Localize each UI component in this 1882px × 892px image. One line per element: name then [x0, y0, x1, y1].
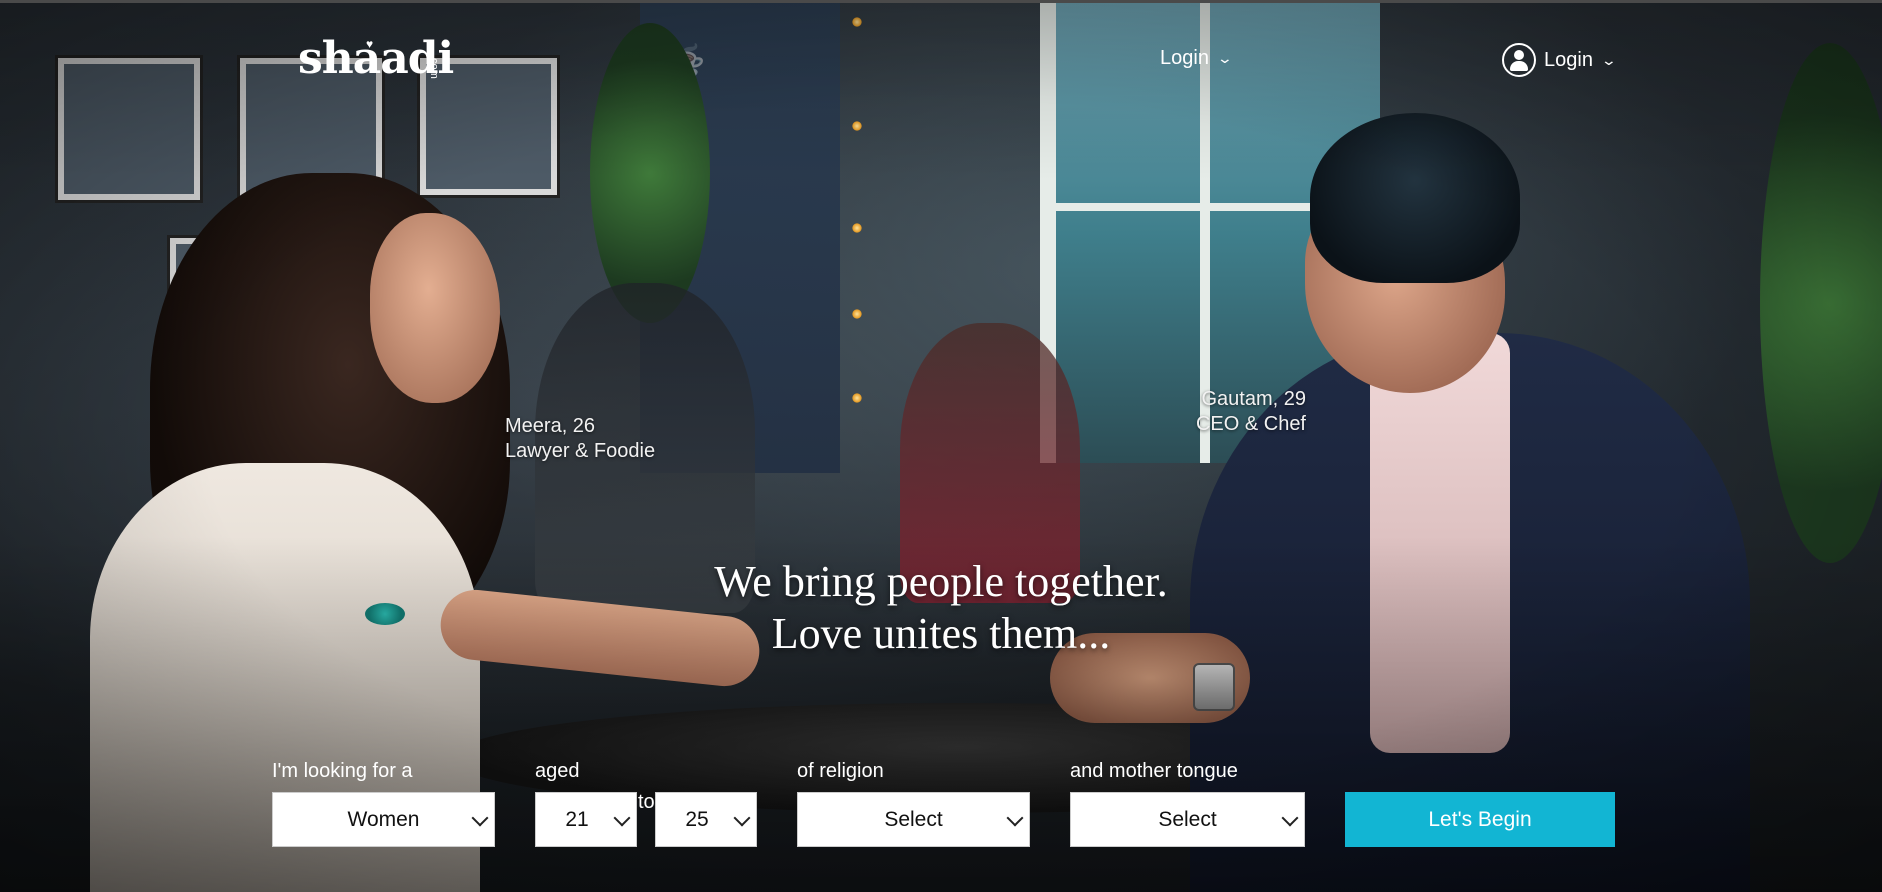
chevron-down-icon — [471, 809, 489, 827]
man-caption: Gautam, 29 CEO & Chef — [1181, 387, 1306, 437]
chevron-down-icon — [1281, 809, 1299, 827]
logo-heart-icon: ♥ — [366, 37, 374, 51]
login-menu[interactable]: Login ⌄ — [1160, 47, 1234, 70]
chevron-down-icon: ⌄ — [1216, 50, 1234, 66]
woman-description: Lawyer & Foodie — [505, 440, 656, 462]
looking-for-value: Women — [347, 807, 420, 831]
mother-tongue-value: Select — [1158, 807, 1217, 831]
mother-tongue-label: and mother tongue — [1070, 760, 1238, 782]
tagline: We bring people together. Love unites th… — [0, 556, 1882, 660]
chevron-down-icon — [613, 809, 631, 827]
woman-name: Meera, 26 — [505, 415, 596, 437]
aged-label: aged — [535, 760, 580, 782]
mother-tongue-select[interactable]: Select — [1070, 792, 1305, 847]
age-to-label: to — [638, 791, 655, 813]
religion-label: of religion — [797, 760, 884, 782]
looking-for-select[interactable]: Women — [272, 792, 495, 847]
tagline-line-1: We bring people together. — [714, 557, 1168, 606]
vignette-overlay — [0, 3, 1882, 892]
chevron-down-icon — [733, 809, 751, 827]
chevron-down-icon — [1006, 809, 1024, 827]
religion-select[interactable]: Select — [797, 792, 1030, 847]
lets-begin-button[interactable]: Let's Begin — [1345, 792, 1615, 847]
religion-value: Select — [884, 807, 943, 831]
looking-for-label: I'm looking for a — [272, 760, 413, 782]
logo-suffix: .com — [428, 55, 440, 79]
user-login-label: Login — [1544, 48, 1593, 71]
hero-section: ☕ ☕ shaadi ♥ .com Login ⌄ Login ⌄ Meera,… — [0, 0, 1882, 892]
user-avatar-icon — [1502, 43, 1536, 77]
man-name: Gautam, 29 — [1201, 388, 1306, 410]
age-from-value: 21 — [565, 807, 589, 831]
age-from-select[interactable]: 21 — [535, 792, 637, 847]
login-menu-label: Login — [1160, 47, 1209, 69]
man-description: CEO & Chef — [1195, 413, 1306, 435]
woman-caption: Meera, 26 Lawyer & Foodie — [505, 414, 655, 464]
chevron-down-icon: ⌄ — [1600, 51, 1618, 68]
user-login-menu[interactable]: Login ⌄ — [1502, 43, 1618, 77]
age-to-select[interactable]: 25 — [655, 792, 757, 847]
tagline-line-2: Love unites them... — [771, 609, 1111, 658]
age-to-value: 25 — [685, 807, 709, 831]
